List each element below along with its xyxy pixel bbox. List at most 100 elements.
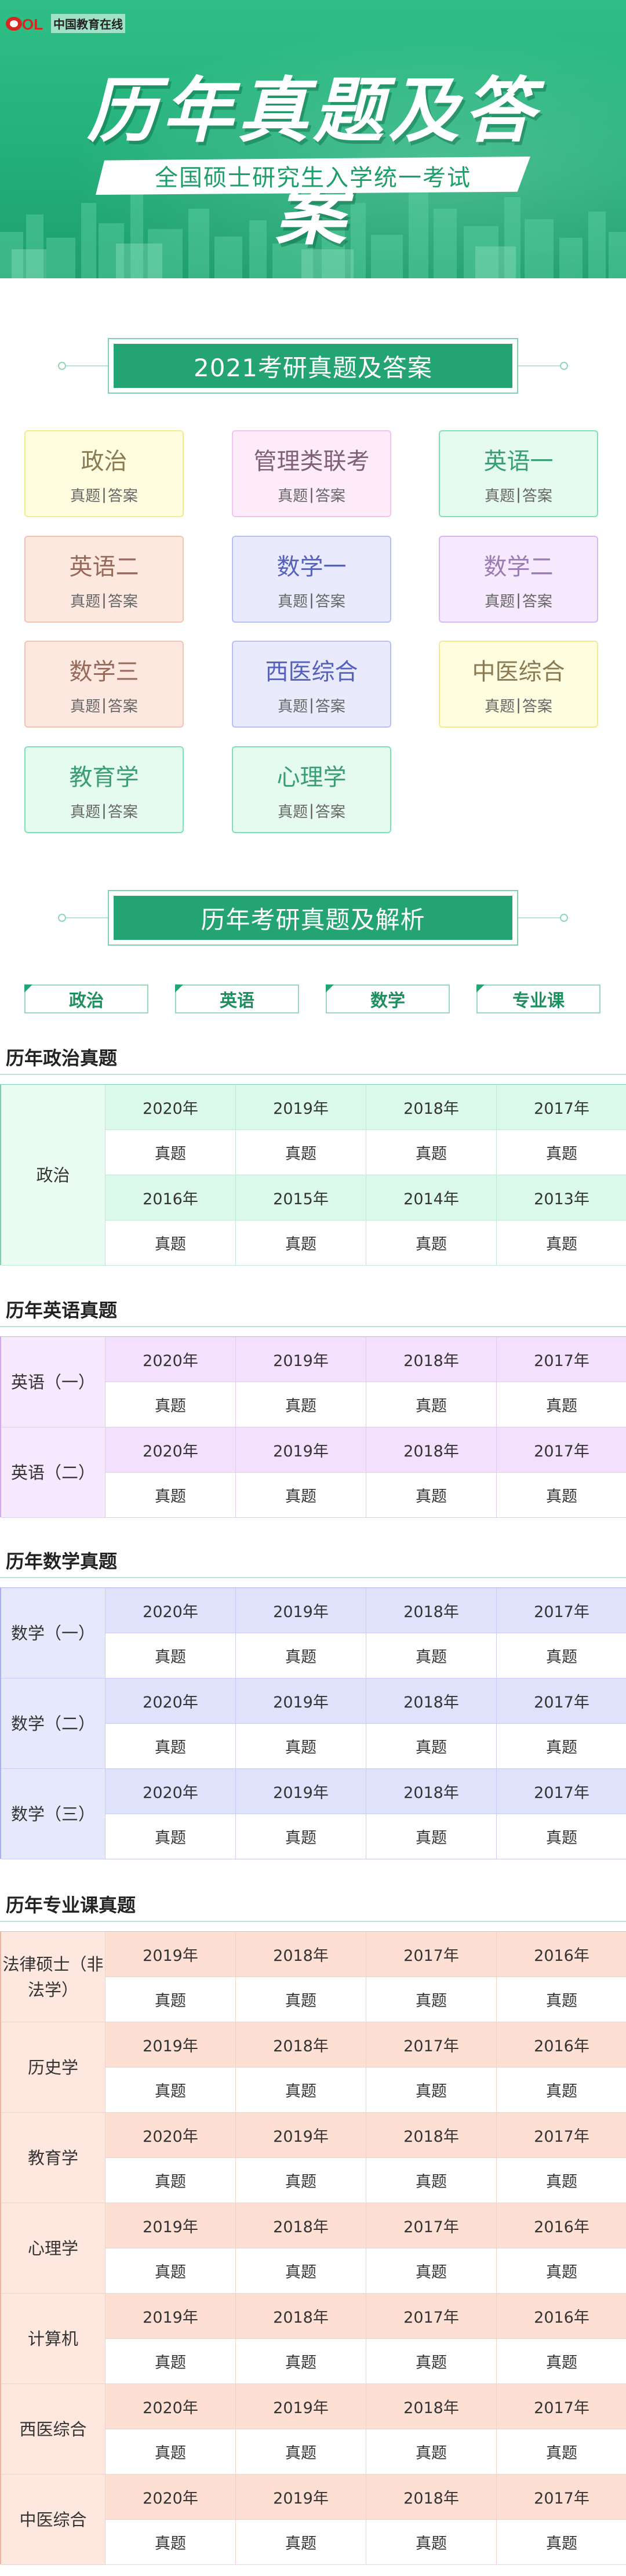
exam-paper-link[interactable]: 真题 xyxy=(236,1473,366,1518)
exam-link[interactable]: 真题 xyxy=(278,695,308,716)
answer-link[interactable]: 答案 xyxy=(315,695,345,716)
exam-paper-link[interactable]: 真题 xyxy=(105,1382,236,1427)
subject-card[interactable]: 中医综合 真题 | 答案 xyxy=(439,641,598,728)
exam-paper-link[interactable]: 真题 xyxy=(236,2068,366,2113)
subject-card-links: 真题 | 答案 xyxy=(278,695,345,716)
exam-paper-link[interactable]: 真题 xyxy=(497,2158,626,2203)
link-separator: | xyxy=(309,802,314,819)
exam-paper-link[interactable]: 真题 xyxy=(497,1724,626,1769)
answer-link[interactable]: 答案 xyxy=(315,590,345,611)
exam-paper-link[interactable]: 真题 xyxy=(105,2339,236,2384)
answer-link[interactable]: 答案 xyxy=(108,484,138,506)
exam-paper-link[interactable]: 真题 xyxy=(497,1130,626,1175)
exam-link[interactable]: 真题 xyxy=(278,484,308,506)
exam-paper-link[interactable]: 真题 xyxy=(236,1382,366,1427)
exam-paper-link[interactable]: 真题 xyxy=(105,1814,236,1859)
subject-card[interactable]: 心理学 真题 | 答案 xyxy=(232,746,391,833)
exam-paper-link[interactable]: 真题 xyxy=(366,1814,497,1859)
exam-paper-link[interactable]: 真题 xyxy=(105,1724,236,1769)
title-frame: 2021考研真题及答案 xyxy=(108,338,518,394)
answer-link[interactable]: 答案 xyxy=(522,695,552,716)
exam-paper-link[interactable]: 真题 xyxy=(497,1633,626,1678)
site-logo[interactable]: OL 中国教育在线 xyxy=(5,10,125,36)
exam-paper-link[interactable]: 真题 xyxy=(105,1130,236,1175)
exam-paper-link[interactable]: 真题 xyxy=(236,1130,366,1175)
exam-paper-link[interactable]: 真题 xyxy=(236,2520,366,2565)
exam-paper-link[interactable]: 真题 xyxy=(236,2158,366,2203)
exam-paper-link[interactable]: 真题 xyxy=(366,2248,497,2294)
subject-card[interactable]: 数学三 真题 | 答案 xyxy=(24,641,184,728)
exam-link[interactable]: 真题 xyxy=(70,695,100,716)
exam-paper-link[interactable]: 真题 xyxy=(105,1220,236,1266)
answer-link[interactable]: 答案 xyxy=(315,800,345,822)
tab-0[interactable]: 政治 xyxy=(24,984,148,1013)
tab-3[interactable]: 专业课 xyxy=(476,984,600,1013)
answer-link[interactable]: 答案 xyxy=(315,484,345,506)
exam-paper-link[interactable]: 真题 xyxy=(105,1473,236,1518)
exam-link[interactable]: 真题 xyxy=(70,590,100,611)
exam-paper-link[interactable]: 真题 xyxy=(366,2158,497,2203)
exam-link[interactable]: 真题 xyxy=(70,800,100,822)
subject-card[interactable]: 管理类联考 真题 | 答案 xyxy=(232,430,391,517)
exam-paper-link[interactable]: 真题 xyxy=(236,1220,366,1266)
exam-paper-link[interactable]: 真题 xyxy=(105,1633,236,1678)
exam-paper-link[interactable]: 真题 xyxy=(105,2520,236,2565)
exam-link[interactable]: 真题 xyxy=(278,590,308,611)
subject-card[interactable]: 西医综合 真题 | 答案 xyxy=(232,641,391,728)
exam-paper-link[interactable]: 真题 xyxy=(497,1382,626,1427)
exam-paper-link[interactable]: 真题 xyxy=(366,2429,497,2475)
answer-link[interactable]: 答案 xyxy=(522,484,552,506)
exam-paper-link[interactable]: 真题 xyxy=(497,1220,626,1266)
exam-paper-link[interactable]: 真题 xyxy=(366,1220,497,1266)
exam-paper-link[interactable]: 真题 xyxy=(366,2339,497,2384)
exam-link[interactable]: 真题 xyxy=(485,484,515,506)
exam-paper-link[interactable]: 真题 xyxy=(236,1977,366,2022)
year-cell: 2016年 xyxy=(497,2294,626,2339)
answer-link[interactable]: 答案 xyxy=(108,590,138,611)
exam-paper-link[interactable]: 真题 xyxy=(105,2248,236,2294)
exam-paper-link[interactable]: 真题 xyxy=(497,2068,626,2113)
exam-paper-link[interactable]: 真题 xyxy=(236,2429,366,2475)
exam-paper-link[interactable]: 真题 xyxy=(497,1814,626,1859)
exam-link[interactable]: 真题 xyxy=(485,590,515,611)
exam-paper-link[interactable]: 真题 xyxy=(236,1633,366,1678)
answer-link[interactable]: 答案 xyxy=(108,695,138,716)
exam-paper-link[interactable]: 真题 xyxy=(366,2520,497,2565)
year-cell: 2016年 xyxy=(497,1932,626,1977)
subject-card[interactable]: 数学二 真题 | 答案 xyxy=(439,536,598,623)
exam-paper-link[interactable]: 真题 xyxy=(366,2068,497,2113)
exam-paper-link[interactable]: 真题 xyxy=(497,1473,626,1518)
exam-paper-link[interactable]: 真题 xyxy=(236,2248,366,2294)
exam-paper-link[interactable]: 真题 xyxy=(105,2068,236,2113)
exam-paper-link[interactable]: 真题 xyxy=(105,2429,236,2475)
answer-link[interactable]: 答案 xyxy=(108,800,138,822)
subject-card[interactable]: 教育学 真题 | 答案 xyxy=(24,746,184,833)
exam-paper-link[interactable]: 真题 xyxy=(497,1977,626,2022)
exam-paper-link[interactable]: 真题 xyxy=(236,1724,366,1769)
exam-paper-link[interactable]: 真题 xyxy=(366,1473,497,1518)
subject-card[interactable]: 英语二 真题 | 答案 xyxy=(24,536,184,623)
exam-paper-link[interactable]: 真题 xyxy=(497,2339,626,2384)
exam-paper-link[interactable]: 真题 xyxy=(366,1977,497,2022)
subject-card[interactable]: 英语一 真题 | 答案 xyxy=(439,430,598,517)
tab-2[interactable]: 数学 xyxy=(326,984,450,1013)
exam-link[interactable]: 真题 xyxy=(485,695,515,716)
exam-paper-link[interactable]: 真题 xyxy=(497,2248,626,2294)
year-cell: 2018年 xyxy=(236,1932,366,1977)
exam-paper-link[interactable]: 真题 xyxy=(497,2520,626,2565)
exam-paper-link[interactable]: 真题 xyxy=(366,1382,497,1427)
subject-card[interactable]: 政治 真题 | 答案 xyxy=(24,430,184,517)
exam-link[interactable]: 真题 xyxy=(278,800,308,822)
subject-card[interactable]: 数学一 真题 | 答案 xyxy=(232,536,391,623)
tab-1[interactable]: 英语 xyxy=(175,984,299,1013)
exam-link[interactable]: 真题 xyxy=(70,484,100,506)
exam-paper-link[interactable]: 真题 xyxy=(105,2158,236,2203)
exam-paper-link[interactable]: 真题 xyxy=(366,1724,497,1769)
exam-paper-link[interactable]: 真题 xyxy=(236,1814,366,1859)
exam-paper-link[interactable]: 真题 xyxy=(366,1633,497,1678)
exam-paper-link[interactable]: 真题 xyxy=(497,2429,626,2475)
exam-paper-link[interactable]: 真题 xyxy=(236,2339,366,2384)
exam-paper-link[interactable]: 真题 xyxy=(366,1130,497,1175)
answer-link[interactable]: 答案 xyxy=(522,590,552,611)
exam-paper-link[interactable]: 真题 xyxy=(105,1977,236,2022)
